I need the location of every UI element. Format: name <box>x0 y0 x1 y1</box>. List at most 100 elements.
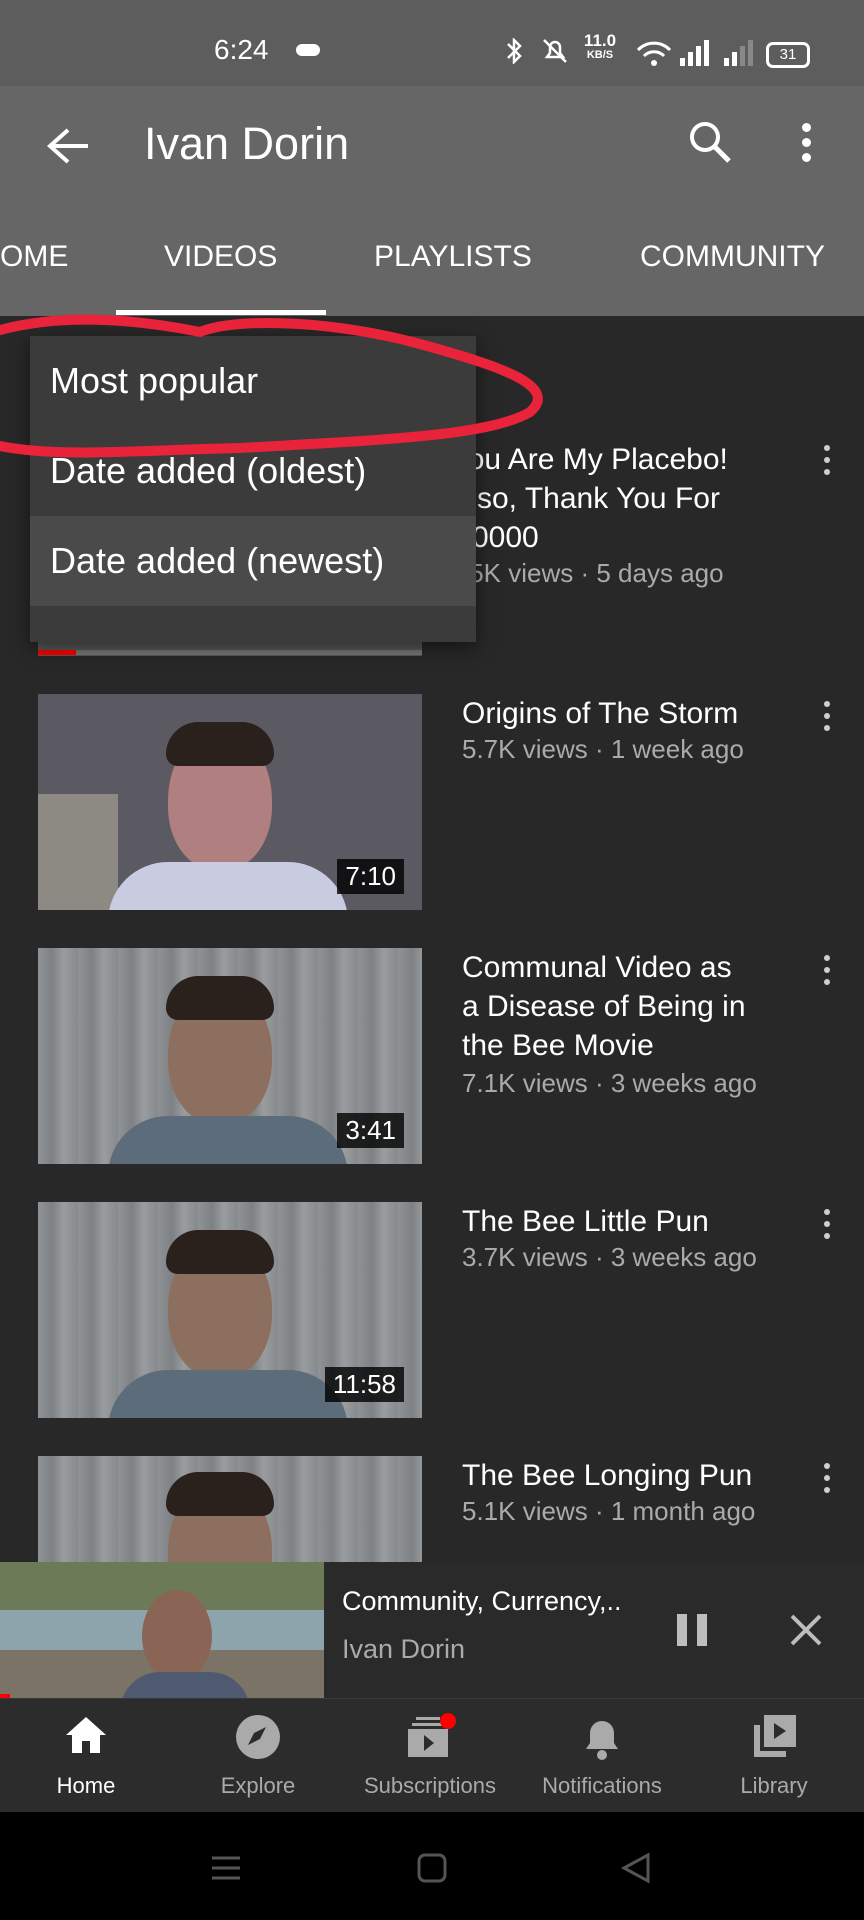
signal-icon <box>680 40 709 66</box>
person-body <box>108 1370 348 1418</box>
network-speed-unit: KB/S <box>586 49 614 61</box>
more-dot <box>824 1463 830 1469</box>
system-navigation-bar <box>0 1812 864 1920</box>
video-title-line: Communal Video as <box>462 951 732 984</box>
video-options-button[interactable] <box>812 1202 842 1246</box>
person-body <box>108 862 348 910</box>
video-duration: 3:41 <box>337 1113 404 1148</box>
subscriptions-icon <box>408 1713 456 1757</box>
person-body <box>108 1116 348 1164</box>
video-meta: 5.1K views · 1 month ago <box>462 1496 756 1526</box>
video-title-line: the Bee Movie <box>462 1029 654 1062</box>
more-dot <box>824 1487 830 1493</box>
more-dot <box>824 725 830 731</box>
more-dot <box>824 701 830 707</box>
signal-2-icon <box>724 40 753 66</box>
pause-button[interactable] <box>670 1608 714 1652</box>
library-icon <box>754 1715 796 1757</box>
nav-notifications[interactable]: Notifications <box>516 1713 688 1799</box>
nav-explore[interactable]: Explore <box>172 1713 344 1799</box>
home-button-icon[interactable] <box>416 1852 448 1884</box>
more-dot <box>824 1221 830 1227</box>
miniplayer[interactable]: Community, Currency,.. Ivan Dorin <box>0 1562 864 1698</box>
video-options-button[interactable] <box>812 438 842 482</box>
video-thumbnail[interactable] <box>38 1456 422 1562</box>
video-title[interactable]: Communal Video as a Disease of Being in … <box>462 948 792 1065</box>
more-dot <box>824 1233 830 1239</box>
cloud-icon <box>296 44 320 56</box>
nav-label: Home <box>56 1773 116 1798</box>
back-arrow-icon <box>46 128 88 164</box>
bell-icon <box>586 1721 618 1760</box>
video-title[interactable]: The Bee Longing Pun <box>462 1456 792 1495</box>
network-speed: 11.0 KB/S <box>580 31 620 62</box>
more-dot <box>824 1475 830 1481</box>
miniplayer-channel: Ivan Dorin <box>342 1634 466 1664</box>
muted-bell-icon <box>543 39 567 63</box>
video-title[interactable]: The Bee Little Pun <box>462 1202 792 1241</box>
recents-icon[interactable] <box>210 1854 242 1882</box>
miniplayer-thumbnail[interactable] <box>0 1562 324 1698</box>
nav-library[interactable]: Library <box>688 1713 860 1799</box>
more-dot <box>824 445 830 451</box>
person-head <box>142 1590 212 1682</box>
nav-label: Subscriptions <box>363 1773 497 1798</box>
video-meta: 5.7K views · 1 week ago <box>462 734 744 764</box>
more-dot <box>824 955 830 961</box>
search-icon <box>690 122 731 163</box>
video-title-line: )0000 <box>462 521 539 554</box>
video-title[interactable]: Origins of The Storm <box>462 694 792 733</box>
bluetooth-icon <box>507 38 522 64</box>
video-thumbnail[interactable]: 7:10 <box>38 694 422 910</box>
more-dot <box>824 713 830 719</box>
tab-playlists[interactable]: PLAYLISTS <box>374 240 532 274</box>
close-miniplayer-button[interactable] <box>784 1608 828 1652</box>
watch-progress-bar <box>38 650 76 655</box>
more-dot <box>801 137 811 147</box>
home-icon <box>66 1717 106 1753</box>
tab-community[interactable]: COMMUNITY <box>640 240 825 274</box>
video-options-button[interactable] <box>812 694 842 738</box>
bottom-navigation: Home Explore Subscriptions Notifications… <box>0 1698 864 1813</box>
nav-subscriptions[interactable]: Subscriptions <box>344 1713 516 1799</box>
sort-option-date-newest[interactable]: Date added (newest) <box>30 516 476 606</box>
back-triangle-icon[interactable] <box>620 1852 652 1884</box>
person-hair <box>166 1230 274 1274</box>
miniplayer-title: Community, Currency,.. <box>342 1586 622 1616</box>
more-dot <box>801 152 811 162</box>
back-button[interactable] <box>40 118 96 174</box>
video-title-line: \lso, Thank You For <box>462 482 720 515</box>
shelf-shape <box>38 794 118 910</box>
more-dot <box>824 979 830 985</box>
more-dot <box>801 122 811 132</box>
close-icon <box>790 1614 822 1646</box>
video-meta: .5K views · 5 days ago <box>462 558 724 588</box>
video-thumbnail[interactable]: 11:58 <box>38 1202 422 1418</box>
pause-icon <box>677 1614 707 1646</box>
compass-icon <box>236 1715 280 1759</box>
more-dot <box>824 967 830 973</box>
network-speed-value: 11.0 <box>583 31 617 50</box>
nav-label: Explore <box>220 1773 296 1798</box>
nav-home[interactable]: Home <box>0 1713 172 1799</box>
video-meta: 3.7K views · 3 weeks ago <box>462 1242 757 1272</box>
more-dot <box>824 469 830 475</box>
video-duration: 11:58 <box>324 1367 404 1402</box>
more-dot <box>824 457 830 463</box>
video-duration: 7:10 <box>337 859 404 894</box>
status-bar: 6:24 11.0 KB/S 31 <box>0 0 864 86</box>
more-options-button[interactable] <box>786 114 826 170</box>
video-thumbnail[interactable]: 3:41 <box>38 948 422 1164</box>
tab-home[interactable]: OME <box>0 240 68 274</box>
watch-progress-track <box>38 650 422 655</box>
video-options-button[interactable] <box>812 948 842 992</box>
status-time: 6:24 <box>214 34 269 65</box>
video-options-button[interactable] <box>812 1456 842 1500</box>
person-hair <box>166 722 274 766</box>
battery-indicator: 31 <box>766 42 810 68</box>
tab-videos[interactable]: VIDEOS <box>164 240 277 274</box>
search-button[interactable] <box>682 114 738 170</box>
video-title-line: a Disease of Being in <box>462 990 746 1023</box>
wifi-icon <box>636 41 672 66</box>
person-hair <box>166 976 274 1020</box>
